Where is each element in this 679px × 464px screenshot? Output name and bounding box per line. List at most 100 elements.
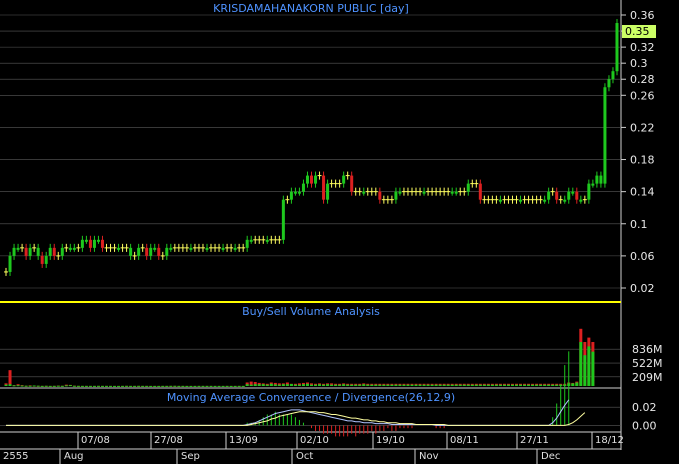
- volume-buy-bar: [579, 342, 583, 386]
- volume-buy-bar: [16, 385, 20, 387]
- volume-buy-bar: [173, 385, 177, 387]
- volume-buy-bar: [68, 385, 72, 387]
- date-tick-label: 08/11: [450, 435, 479, 446]
- price-tick-label: 0.06: [630, 250, 655, 263]
- candle-body: [587, 183, 591, 200]
- candle-body: [52, 247, 56, 256]
- volume-buy-bar: [583, 355, 587, 386]
- candle-body: [595, 175, 599, 184]
- volume-buy-bar: [506, 384, 510, 386]
- volume-buy-bar: [446, 384, 450, 386]
- macd-panel-title: Moving Average Convergence / Divergence(…: [167, 391, 455, 404]
- volume-buy-bar: [591, 351, 595, 386]
- candle-body: [394, 191, 398, 200]
- stock-chart: 0.360.340.320.30.280.260.220.180.140.10.…: [0, 0, 679, 464]
- volume-buy-bar: [515, 384, 518, 386]
- candle-body: [157, 247, 161, 256]
- candle-body: [607, 79, 611, 88]
- candle-body: [579, 199, 583, 202]
- volume-buy-bar: [88, 385, 92, 387]
- volume-buy-bar: [438, 384, 442, 386]
- volume-buy-bar: [100, 385, 104, 387]
- price-tick-label: 0.32: [630, 41, 655, 54]
- volume-buy-bar: [490, 384, 494, 386]
- volume-buy-bar: [547, 384, 551, 386]
- volume-buy-bar: [406, 384, 410, 386]
- price-tick-label: 0.14: [630, 186, 655, 199]
- volume-buy-bar: [531, 384, 535, 386]
- candle-body: [519, 199, 523, 202]
- volume-buy-bar: [370, 384, 374, 386]
- date-tick-label: 02/10: [300, 435, 329, 446]
- volume-buy-bar: [322, 384, 326, 386]
- candle-body: [378, 191, 382, 200]
- volume-buy-bar: [249, 384, 253, 386]
- volume-buy-bar: [462, 384, 466, 386]
- volume-buy-bar: [4, 384, 8, 386]
- candle-body: [591, 183, 595, 186]
- volume-buy-bar: [40, 385, 44, 387]
- candle-body: [342, 175, 346, 184]
- volume-buy-bar: [76, 385, 80, 387]
- volume-buy-bar: [482, 384, 486, 386]
- candle-body: [221, 247, 225, 250]
- volume-buy-bar: [253, 384, 257, 386]
- candle-body: [301, 183, 305, 192]
- date-tick-label: 19/10: [376, 435, 405, 446]
- macd-tick-label: 0.00: [632, 419, 657, 432]
- candle-body: [129, 247, 133, 256]
- candle-body: [68, 247, 72, 250]
- volume-buy-bar: [133, 385, 137, 387]
- volume-buy-bar: [185, 385, 189, 387]
- month-tick-label: Dec: [541, 451, 560, 462]
- candle-body: [362, 191, 366, 194]
- candle-body: [84, 239, 88, 242]
- volume-buy-bar: [454, 384, 458, 386]
- candle-body: [293, 191, 297, 194]
- candle-body: [350, 175, 354, 192]
- volume-buy-bar: [442, 384, 446, 386]
- candle-body: [615, 23, 619, 72]
- price-tick-label: 0.22: [630, 121, 655, 134]
- candle-body: [454, 191, 458, 194]
- volume-buy-bar: [301, 384, 305, 386]
- macd-tick-label: 0.02: [632, 401, 657, 414]
- volume-buy-bar: [265, 384, 269, 386]
- volume-buy-bar: [221, 385, 225, 387]
- volume-buy-bar: [229, 385, 233, 387]
- volume-sell-bar: [8, 370, 12, 386]
- volume-buy-bar: [56, 385, 60, 387]
- month-tick-label: 2555: [3, 451, 28, 462]
- volume-buy-bar: [293, 384, 297, 386]
- candle-body: [28, 247, 32, 256]
- volume-buy-bar: [519, 384, 523, 386]
- volume-buy-bar: [44, 385, 48, 387]
- volume-buy-bar: [48, 385, 52, 387]
- volume-buy-bar: [273, 384, 277, 386]
- candle-body: [145, 247, 149, 256]
- volume-buy-bar: [177, 385, 181, 387]
- volume-buy-bar: [398, 384, 402, 386]
- volume-buy-bar: [330, 384, 334, 386]
- volume-buy-bar: [201, 385, 205, 387]
- volume-buy-bar: [543, 384, 547, 386]
- volume-buy-bar: [502, 384, 506, 386]
- candle-body: [16, 247, 20, 250]
- candle-body: [289, 191, 293, 200]
- volume-buy-bar: [20, 385, 24, 387]
- candle-body: [80, 239, 84, 248]
- candle-body: [36, 247, 40, 256]
- candle-body: [96, 239, 100, 242]
- price-tick-label: 0.02: [630, 282, 655, 295]
- candle-body: [571, 191, 575, 194]
- last-price-label: 0.35: [625, 25, 650, 38]
- volume-buy-bar: [24, 385, 28, 387]
- candle-body: [92, 239, 96, 248]
- volume-buy-bar: [362, 384, 366, 386]
- candle-body: [575, 191, 579, 200]
- candle-body: [314, 175, 318, 184]
- candle-body: [100, 239, 104, 248]
- volume-buy-bar: [52, 385, 56, 387]
- volume-buy-bar: [410, 384, 414, 386]
- volume-buy-bar: [60, 385, 64, 387]
